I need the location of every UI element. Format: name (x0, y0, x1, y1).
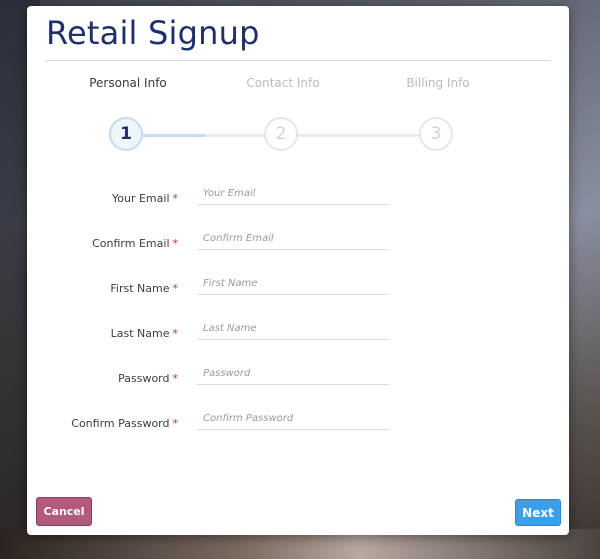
step-label-billing-info: Billing Info (406, 76, 470, 90)
confirm-password-field[interactable] (197, 408, 389, 430)
step-label-personal-info: Personal Info (89, 76, 167, 90)
required-marker: * (172, 417, 179, 430)
last-name-label: Last Name * (110, 327, 179, 340)
required-marker: * (172, 237, 179, 250)
first-name-label: First Name * (110, 282, 179, 295)
your-email-label: Your Email * (112, 192, 179, 205)
step-circle-1[interactable]: 1 (109, 117, 143, 151)
step-label-contact-info: Contact Info (246, 76, 320, 90)
password-field[interactable] (197, 363, 389, 385)
last-name-field[interactable] (197, 318, 389, 340)
required-marker: * (172, 327, 179, 340)
first-name-field[interactable] (197, 273, 389, 295)
confirm-email-field[interactable] (197, 228, 389, 250)
step-circle-2[interactable]: 2 (264, 117, 298, 151)
required-marker: * (172, 192, 179, 205)
required-marker: * (172, 372, 179, 385)
password-label: Password * (118, 372, 179, 385)
step-circle-3[interactable]: 3 (419, 117, 453, 151)
signup-modal: Retail Signup Personal Info Contact Info… (27, 6, 569, 535)
required-marker: * (172, 282, 179, 295)
your-email-field[interactable] (197, 183, 389, 205)
page-title: Retail Signup (46, 14, 260, 52)
confirm-password-label: Confirm Password * (71, 417, 179, 430)
cancel-button[interactable]: Cancel (36, 497, 92, 526)
confirm-email-label: Confirm Email * (92, 237, 179, 250)
title-divider (45, 60, 551, 61)
next-button[interactable]: Next (515, 499, 561, 526)
